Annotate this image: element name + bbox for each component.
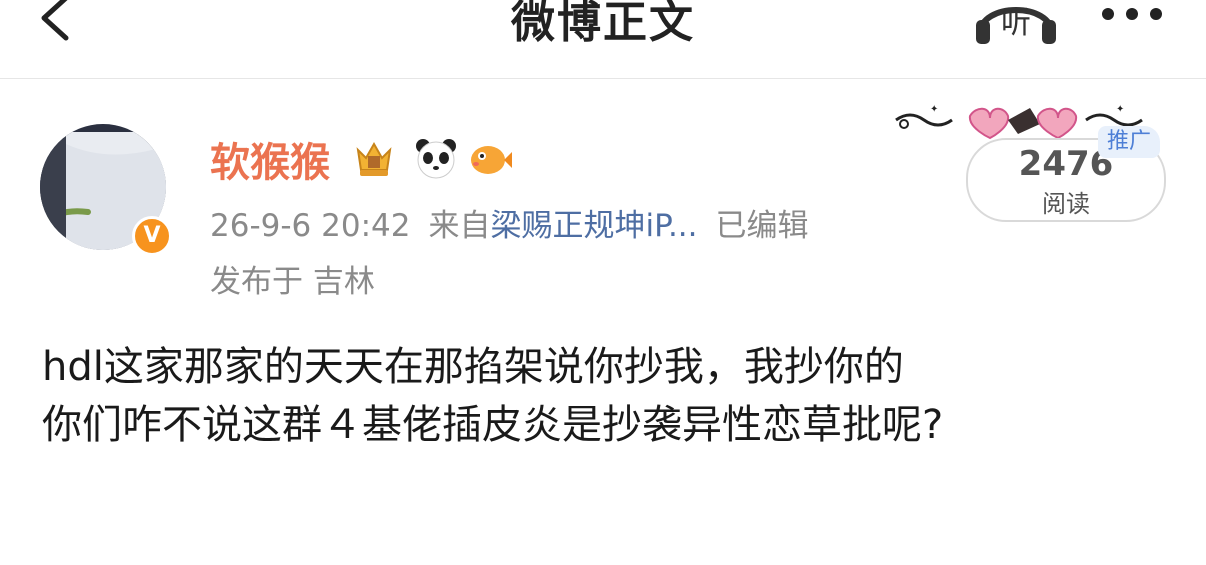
more-options-button[interactable]: [1098, 2, 1168, 26]
post-text-line: 你们咋不说这群４基佬插皮炎是抄袭异性恋草批呢?: [42, 402, 944, 448]
post-text-line: hdl这家那家的天天在那掐架说你抄我，我抄你的: [42, 344, 904, 390]
svg-text:✦: ✦: [930, 104, 938, 115]
source-prefix: 来自: [428, 208, 491, 244]
more-dot: [1102, 8, 1114, 20]
author-avatar-wrapper: V: [40, 124, 172, 256]
more-dot: [1150, 8, 1162, 20]
read-label: 阅读: [1042, 190, 1090, 218]
top-navigation-bar: 微博正文 听: [0, 0, 1206, 79]
pufferfish-icon[interactable]: [468, 136, 512, 180]
post-body: hdl这家那家的天天在那掐架说你抄我，我抄你的 你们咋不说这群４基佬插皮炎是抄袭…: [42, 338, 1162, 454]
svg-text:✦: ✦: [1116, 104, 1124, 115]
promote-badge[interactable]: 推广: [1098, 126, 1160, 158]
post-time: 26-9-6 20:42: [210, 208, 411, 244]
more-dot: [1126, 8, 1138, 20]
crown-badge-icon[interactable]: [352, 136, 396, 180]
post-meta: 26-9-6 20:42 来自梁赐正规坤iP... 已编辑: [210, 200, 809, 245]
listen-label: 听: [1001, 6, 1031, 41]
edited-label[interactable]: 已编辑: [716, 208, 809, 244]
verified-badge: V: [132, 216, 172, 256]
author-name[interactable]: 软猴猴: [210, 130, 330, 188]
panda-icon[interactable]: [414, 136, 458, 180]
post-location: 发布于 吉林: [210, 264, 375, 300]
source-device-link[interactable]: 梁赐正规坤iP...: [490, 208, 697, 244]
